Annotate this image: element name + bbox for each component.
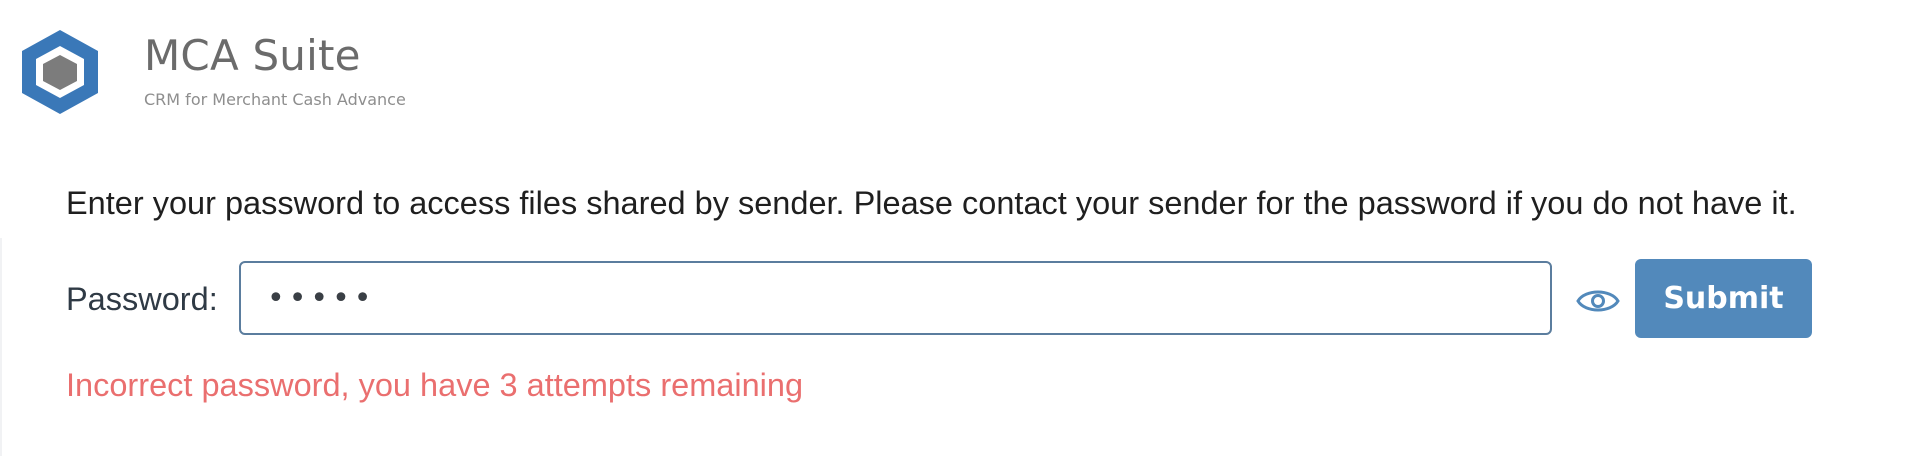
- submit-button[interactable]: Submit: [1635, 259, 1812, 338]
- hexagon-logo-icon: [22, 30, 98, 114]
- error-message: Incorrect password, you have 3 attempts …: [66, 367, 804, 403]
- brand-header: MCA Suite CRM for Merchant Cash Advance: [16, 28, 406, 116]
- eye-icon[interactable]: [1575, 281, 1621, 321]
- brand-title: MCA Suite: [144, 31, 361, 80]
- instructions-text: Enter your password to access files shar…: [66, 185, 1797, 221]
- password-gate-page: MCA Suite CRM for Merchant Cash Advance …: [0, 0, 1912, 456]
- brand-subtitle: CRM for Merchant Cash Advance: [144, 90, 406, 109]
- password-input[interactable]: [239, 261, 1552, 335]
- left-divider: [0, 238, 2, 456]
- brand-text: MCA Suite CRM for Merchant Cash Advance: [144, 28, 406, 110]
- password-label: Password:: [66, 281, 218, 317]
